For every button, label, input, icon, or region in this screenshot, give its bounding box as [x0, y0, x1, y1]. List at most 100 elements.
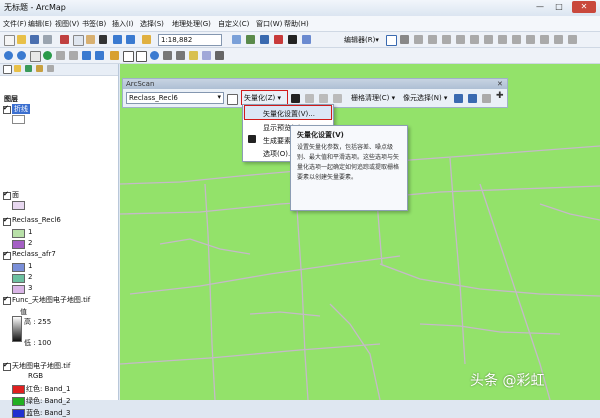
select-connected-cells-icon[interactable] — [454, 94, 463, 103]
print-icon[interactable] — [43, 35, 52, 44]
shapes-recognition-icon[interactable] — [305, 94, 314, 103]
menu-geoprocessing[interactable]: 地理处理(G) — [172, 19, 211, 29]
measure-icon[interactable] — [176, 51, 185, 60]
go-forward-icon[interactable] — [95, 51, 104, 60]
arcscan-close-icon[interactable]: ✕ — [497, 80, 503, 88]
add-data-icon[interactable] — [142, 35, 151, 44]
menu-window[interactable]: 窗口(W) — [256, 19, 282, 29]
scale-field[interactable]: 1:18,882 — [158, 34, 222, 46]
menu-insert[interactable]: 插入(I) — [112, 19, 134, 29]
delete-icon[interactable] — [99, 35, 107, 44]
attributes-icon[interactable] — [540, 35, 549, 44]
select-elements-icon[interactable] — [136, 51, 147, 62]
band-label: 绿色: Band_2 — [26, 397, 71, 405]
fixed-zoom-out-icon[interactable] — [69, 51, 78, 60]
toc-icon[interactable] — [246, 35, 255, 44]
catalog-icon[interactable] — [260, 35, 269, 44]
class-swatch — [12, 285, 25, 294]
layer-tianditu[interactable]: 天地图电子地图.tif — [12, 361, 70, 371]
maximize-button[interactable]: □ — [551, 1, 567, 13]
editor-menu[interactable]: 编辑器(R)▾ — [344, 35, 379, 45]
layer-visibility-checkbox[interactable] — [3, 250, 11, 260]
band-swatch — [12, 409, 25, 418]
close-button[interactable]: ✕ — [572, 1, 596, 13]
trace-between-points-icon[interactable] — [319, 94, 328, 103]
layer-visibility-checkbox[interactable] — [3, 216, 11, 226]
layer-visibility-checkbox[interactable] — [3, 361, 11, 371]
sketch-tool-icon[interactable] — [400, 35, 409, 44]
clear-selection-icon[interactable] — [123, 51, 134, 62]
layer-func-tianditu[interactable]: Func_天地图电子地图.tif — [12, 295, 90, 305]
raster-cleanup-menu[interactable]: 栅格清理(C) ▾ — [351, 93, 395, 103]
toc-options-icon[interactable] — [47, 65, 54, 72]
raster-snapping-icon[interactable] — [227, 94, 238, 105]
menu-bookmarks[interactable]: 书签(B) — [82, 19, 106, 29]
rotate-icon[interactable] — [526, 35, 535, 44]
vectorize-menu[interactable]: 矢量化(Z) ▾ — [244, 93, 281, 103]
menu-selection[interactable]: 选择(S) — [140, 19, 164, 29]
layer-polygon[interactable]: 面 — [12, 190, 19, 200]
html-popup-icon[interactable] — [202, 51, 211, 60]
open-icon[interactable] — [17, 35, 26, 44]
go-back-icon[interactable] — [82, 51, 91, 60]
time-slider-icon[interactable] — [215, 51, 224, 60]
trace-icon[interactable] — [442, 35, 451, 44]
layers-root[interactable]: 图层 — [4, 94, 18, 104]
menu-help[interactable]: 帮助(H) — [284, 19, 309, 29]
layer-polyline[interactable]: 折线 — [12, 104, 30, 114]
python-icon[interactable] — [288, 35, 297, 44]
full-extent-icon[interactable] — [43, 51, 52, 60]
list-by-drawing-order-icon[interactable] — [3, 65, 12, 74]
menu-file[interactable]: 文件(F) — [3, 19, 27, 29]
zoom-out-icon[interactable] — [17, 51, 26, 60]
raster-properties-icon[interactable] — [482, 94, 491, 103]
model-builder-icon[interactable] — [302, 35, 311, 44]
reshape-icon[interactable] — [484, 35, 493, 44]
raster-layer-select[interactable]: Reclass_Recl6 ▾ — [126, 92, 224, 104]
copy-icon[interactable] — [73, 35, 84, 46]
new-document-icon[interactable] — [4, 35, 15, 46]
split-icon[interactable] — [512, 35, 521, 44]
high-value: 高 : 255 — [24, 318, 52, 326]
minimize-button[interactable]: — — [532, 1, 548, 13]
list-by-visibility-icon[interactable] — [25, 65, 32, 72]
vectorization-trace-icon[interactable] — [291, 94, 300, 103]
plus-icon[interactable]: ✚ — [496, 91, 505, 101]
cut-icon[interactable] — [60, 35, 69, 44]
identify-icon[interactable] — [150, 51, 159, 60]
endpoint-arc-icon[interactable] — [428, 35, 437, 44]
hyperlink-icon[interactable] — [189, 51, 198, 60]
layer-visibility-checkbox[interactable] — [3, 295, 11, 305]
edit-tool-icon[interactable] — [386, 35, 397, 46]
cell-selection-menu[interactable]: 像元选择(N) ▾ — [403, 93, 447, 103]
layer-visibility-checkbox[interactable] — [3, 104, 11, 114]
menu-customize[interactable]: 自定义(C) — [218, 19, 249, 29]
list-by-source-icon[interactable] — [14, 65, 21, 72]
layer-visibility-checkbox[interactable] — [3, 190, 11, 200]
find-connected-cells-icon[interactable] — [468, 94, 477, 103]
edit-vertices-icon[interactable] — [470, 35, 479, 44]
layer-reclass-recl6[interactable]: Reclass_Recl6 — [12, 216, 61, 224]
toolbox-icon[interactable] — [274, 35, 283, 44]
create-features-icon[interactable] — [568, 35, 577, 44]
cut-polygons-icon[interactable] — [498, 35, 507, 44]
select-features-icon[interactable] — [110, 51, 119, 60]
straight-segment-icon[interactable] — [414, 35, 423, 44]
undo-icon[interactable] — [113, 35, 122, 44]
paste-icon[interactable] — [86, 35, 95, 44]
list-by-selection-icon[interactable] — [36, 65, 43, 72]
save-icon[interactable] — [30, 35, 39, 44]
editor-toolbar-icon[interactable] — [232, 35, 241, 44]
menu-edit[interactable]: 编辑(E) — [28, 19, 52, 29]
redo-icon[interactable] — [126, 35, 135, 44]
sketch-properties-icon[interactable] — [554, 35, 563, 44]
pencil-icon[interactable] — [333, 94, 342, 103]
menu-view[interactable]: 视图(V) — [55, 19, 79, 29]
point-icon[interactable] — [456, 35, 465, 44]
fixed-zoom-in-icon[interactable] — [56, 51, 65, 60]
zoom-in-icon[interactable] — [4, 51, 13, 60]
pan-icon[interactable] — [30, 51, 41, 62]
layer-reclass-afr7[interactable]: Reclass_afr7 — [12, 250, 56, 258]
map-view[interactable] — [120, 64, 600, 400]
find-icon[interactable] — [163, 51, 172, 60]
